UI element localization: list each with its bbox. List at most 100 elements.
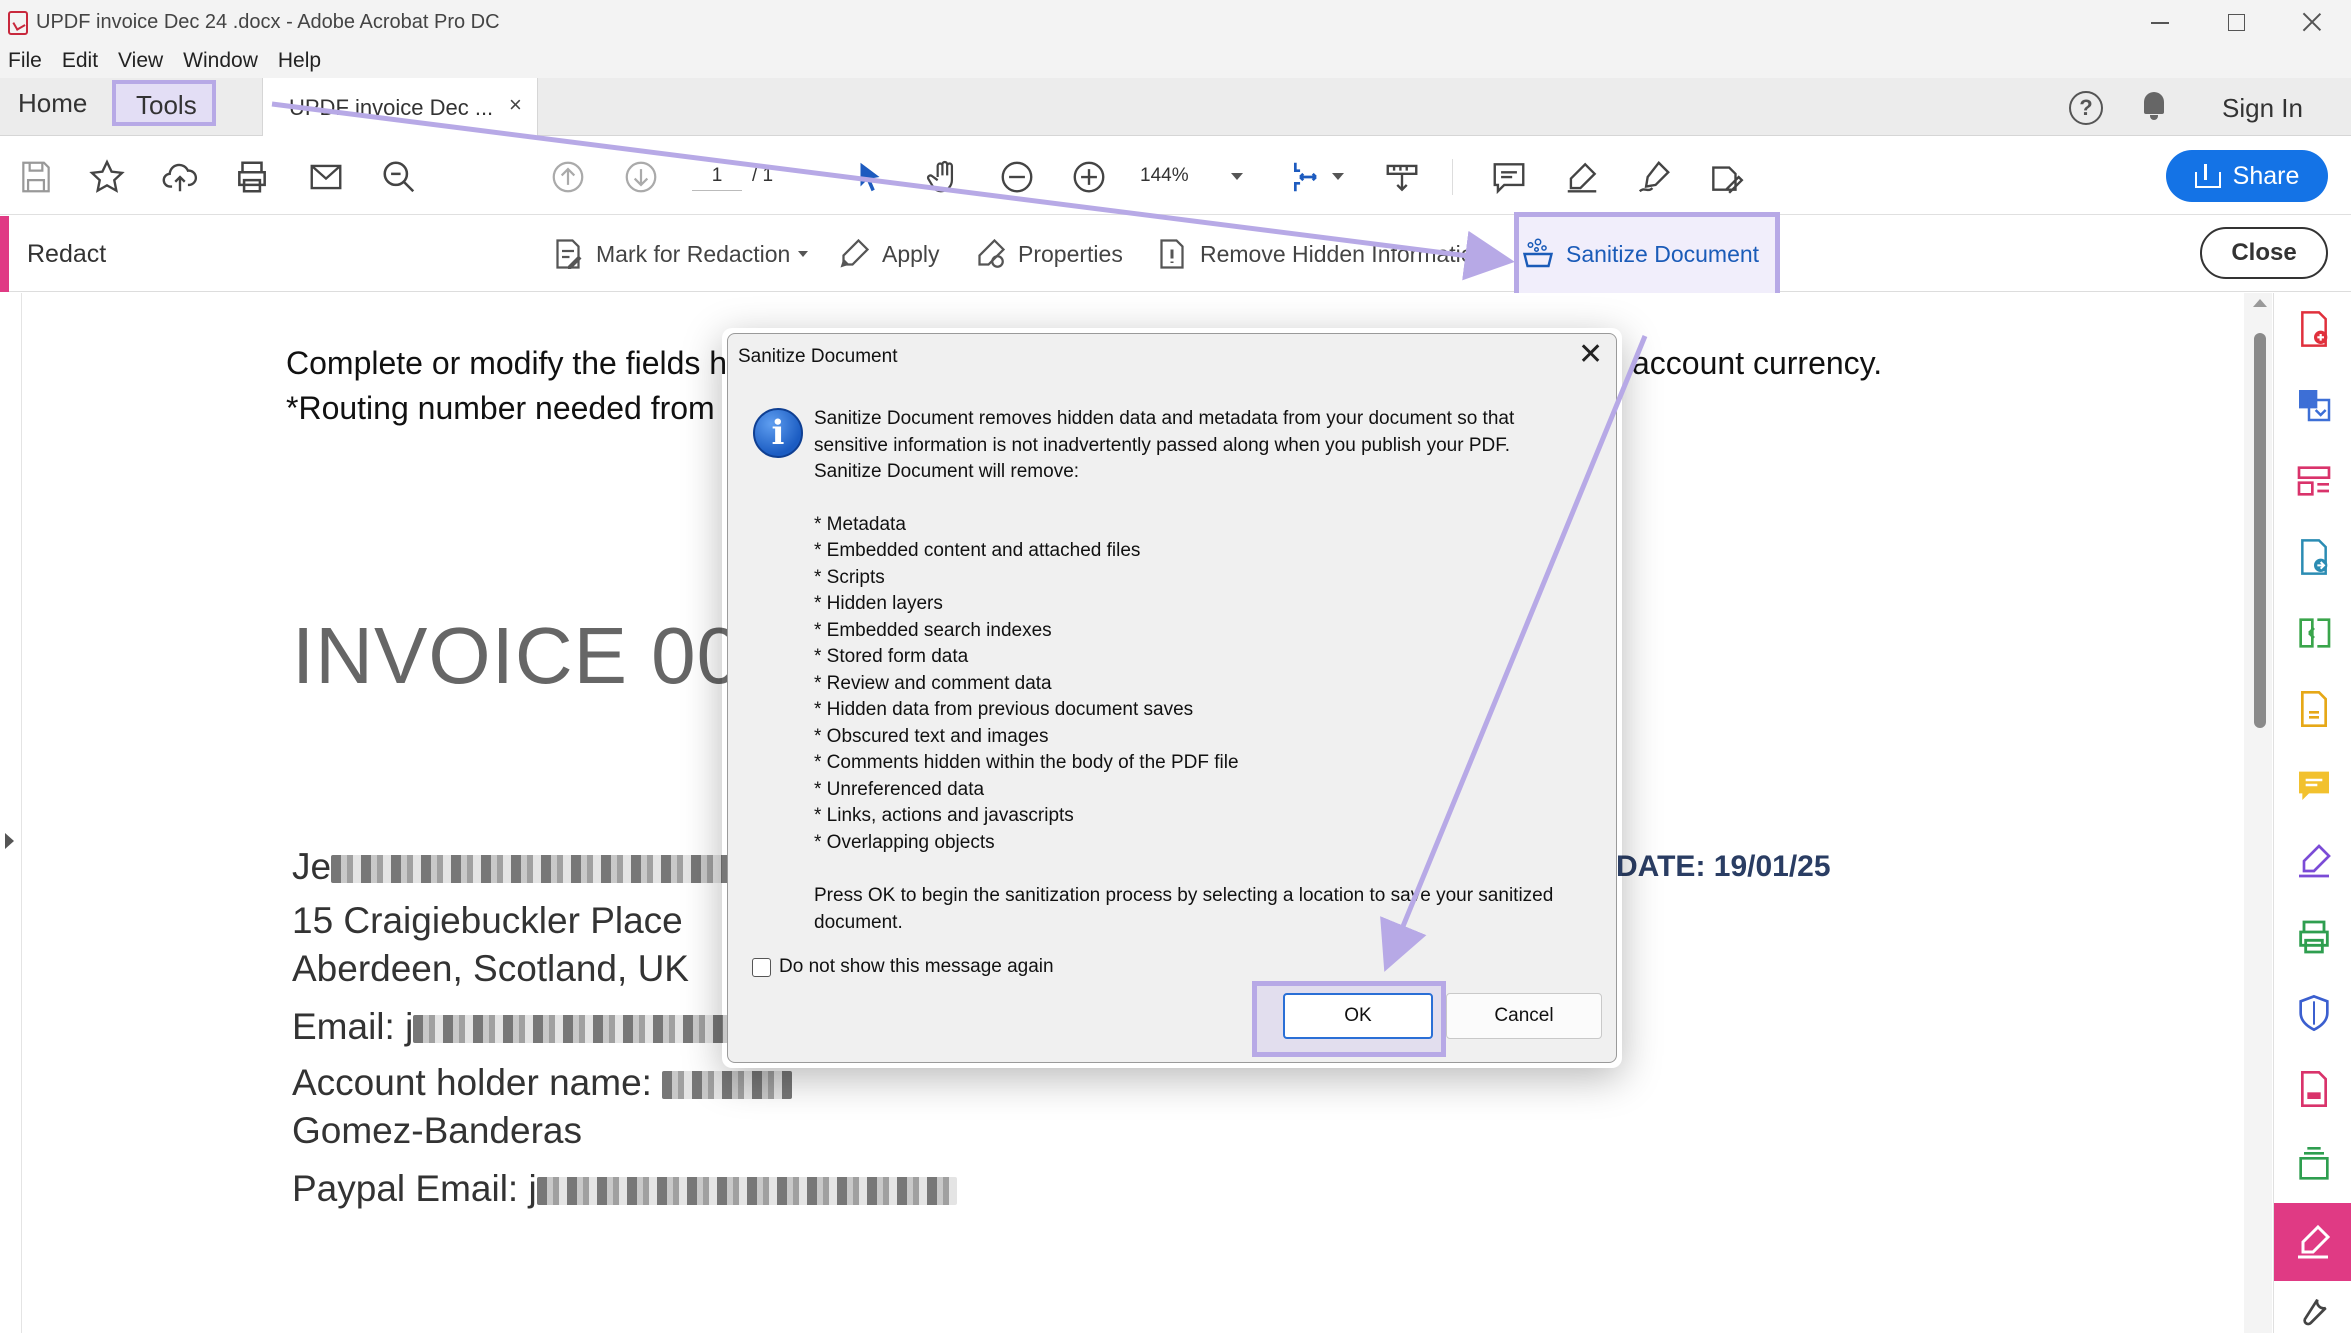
tab-tools[interactable]: Tools xyxy=(112,80,216,126)
zoom-search-icon[interactable] xyxy=(379,157,419,197)
share-button[interactable]: Share xyxy=(2166,150,2328,202)
menu-edit[interactable]: Edit xyxy=(60,46,116,78)
hand-icon[interactable] xyxy=(924,157,964,197)
scroll-up-icon[interactable] xyxy=(2253,299,2267,307)
expand-panel-icon[interactable] xyxy=(5,833,14,849)
paypal-label: Paypal Email: j xyxy=(292,1168,537,1209)
close-tool-button[interactable]: Close xyxy=(2200,227,2328,279)
comment-tool-icon[interactable] xyxy=(2294,765,2334,805)
page-down-icon[interactable] xyxy=(621,157,661,197)
address-line-2: Aberdeen, Scotland, UK xyxy=(292,948,689,989)
list-item: * Hidden layers xyxy=(814,593,943,614)
help-icon[interactable]: ? xyxy=(2069,91,2103,125)
sanitize-document-button[interactable]: Sanitize Document xyxy=(1520,232,1759,276)
page-up-icon[interactable] xyxy=(548,157,588,197)
list-item: * Embedded search indexes xyxy=(814,619,1052,641)
window-close-icon[interactable] xyxy=(2288,6,2336,40)
redact-tool-active[interactable] xyxy=(2274,1203,2351,1281)
zoom-out-icon[interactable] xyxy=(997,157,1037,197)
ok-button[interactable]: OK xyxy=(1283,993,1433,1039)
tools-rail xyxy=(2273,293,2351,1333)
remove-hidden-information-label: Remove Hidden Information xyxy=(1200,240,1487,267)
create-pdf-icon[interactable] xyxy=(2294,309,2334,349)
page-total: / 1 xyxy=(752,165,774,186)
zoom-dropdown-chevron-icon[interactable] xyxy=(1231,173,1243,180)
dialog-message: Sanitize Document removes hidden data an… xyxy=(814,406,1604,936)
maximize-icon[interactable] xyxy=(2212,6,2260,40)
sanitize-document-dialog: Sanitize Document ✕ i Sanitize Document … xyxy=(727,333,1617,1063)
menu-view[interactable]: View xyxy=(116,46,181,78)
organize-pages-icon[interactable] xyxy=(2294,461,2334,501)
tab-home[interactable]: Home xyxy=(18,88,87,119)
edit-stamp-icon[interactable] xyxy=(1706,157,1746,197)
cancel-button[interactable]: Cancel xyxy=(1446,993,1602,1039)
dialog-intro-text: Sanitize Document removes hidden data an… xyxy=(814,408,1515,482)
tab-close-icon[interactable]: × xyxy=(509,92,522,118)
fill-sign-icon[interactable] xyxy=(2294,841,2334,881)
save-icon[interactable] xyxy=(16,157,56,197)
pixelated-name xyxy=(331,855,732,884)
tab-document[interactable]: UPDF invoice Dec ... × xyxy=(262,78,538,136)
apply-button[interactable]: Apply xyxy=(836,232,940,276)
mark-for-redaction-button[interactable]: Mark for Redaction xyxy=(550,232,809,276)
sign-in-link[interactable]: Sign In xyxy=(2222,93,2303,124)
stack-icon[interactable] xyxy=(2294,1145,2334,1185)
redact-tool-title: Redact xyxy=(27,240,107,268)
checkbox-box[interactable] xyxy=(752,957,771,977)
acrobat-logo-icon xyxy=(8,11,28,35)
sanitize-document-label: Sanitize Document xyxy=(1566,240,1760,267)
page-number-input[interactable]: 1 xyxy=(692,159,742,191)
combine-files-icon[interactable] xyxy=(2294,537,2334,577)
dialog-close-icon[interactable]: ✕ xyxy=(1578,340,1603,370)
info-icon: i xyxy=(753,408,803,458)
minimize-icon[interactable] xyxy=(2136,6,2184,40)
redact-pen-icon xyxy=(2298,1224,2331,1259)
print-icon[interactable] xyxy=(232,157,272,197)
comment-icon[interactable] xyxy=(1489,157,1529,197)
scroll-mode-icon[interactable] xyxy=(1382,157,1422,197)
more-tools-icon[interactable] xyxy=(2294,1293,2334,1333)
menu-window[interactable]: Window xyxy=(181,46,276,78)
compress-icon[interactable] xyxy=(2294,613,2334,653)
chevron-down-icon xyxy=(798,251,809,257)
zoom-in-icon[interactable] xyxy=(1069,157,1109,197)
document-tab-label: UPDF invoice Dec ... xyxy=(289,95,494,120)
sign-pen-icon[interactable] xyxy=(1634,157,1674,197)
title-bar: UPDF invoice Dec 24 .docx - Adobe Acroba… xyxy=(0,0,2351,46)
vertical-scrollbar[interactable] xyxy=(2244,293,2272,1333)
menu-file[interactable]: File xyxy=(6,46,60,78)
fit-page-icon[interactable] xyxy=(1288,157,1328,197)
toolbar-divider xyxy=(1452,159,1453,195)
list-item: * Unreferenced data xyxy=(814,778,985,800)
select-arrow-icon[interactable] xyxy=(850,157,890,197)
account-holder-line: Account holder name: xyxy=(292,1062,793,1104)
protect-icon[interactable] xyxy=(2294,993,2334,1033)
menu-help[interactable]: Help xyxy=(276,46,339,78)
paypal-line: Paypal Email: j xyxy=(292,1168,957,1210)
removal-list: * Metadata * Embedded content and attach… xyxy=(814,512,1604,857)
account-holder-surname: Gomez-Banderas xyxy=(292,1110,582,1151)
do-not-show-again-checkbox[interactable]: Do not show this message again xyxy=(752,956,1054,978)
edit-pdf-icon[interactable] xyxy=(2294,1069,2334,1109)
list-item: * Review and comment data xyxy=(814,672,1052,694)
cloud-upload-icon[interactable] xyxy=(160,157,200,197)
properties-button[interactable]: Properties xyxy=(972,232,1123,276)
notifications-bell-icon[interactable] xyxy=(2141,92,2167,120)
mark-redaction-icon xyxy=(556,239,582,269)
client-name-visible: Je xyxy=(292,846,332,887)
mail-icon[interactable] xyxy=(306,157,346,197)
fit-dropdown-chevron-icon[interactable] xyxy=(1332,173,1344,180)
send-for-review-icon[interactable] xyxy=(2294,689,2334,729)
mark-for-redaction-label: Mark for Redaction xyxy=(596,240,791,267)
remove-hidden-info-icon xyxy=(1160,239,1184,269)
print-production-icon[interactable] xyxy=(2294,917,2334,957)
list-item: * Obscured text and images xyxy=(814,725,1049,747)
remove-hidden-information-button[interactable]: Remove Hidden Information xyxy=(1154,232,1486,276)
export-pdf-icon[interactable] xyxy=(2294,385,2334,425)
redact-accent-bar xyxy=(0,216,9,292)
scrollbar-thumb[interactable] xyxy=(2254,333,2266,728)
highlighter-icon[interactable] xyxy=(1562,157,1602,197)
star-icon[interactable] xyxy=(87,157,127,197)
list-item: * Scripts xyxy=(814,566,885,588)
zoom-level-select[interactable]: 144% xyxy=(1140,165,1189,187)
